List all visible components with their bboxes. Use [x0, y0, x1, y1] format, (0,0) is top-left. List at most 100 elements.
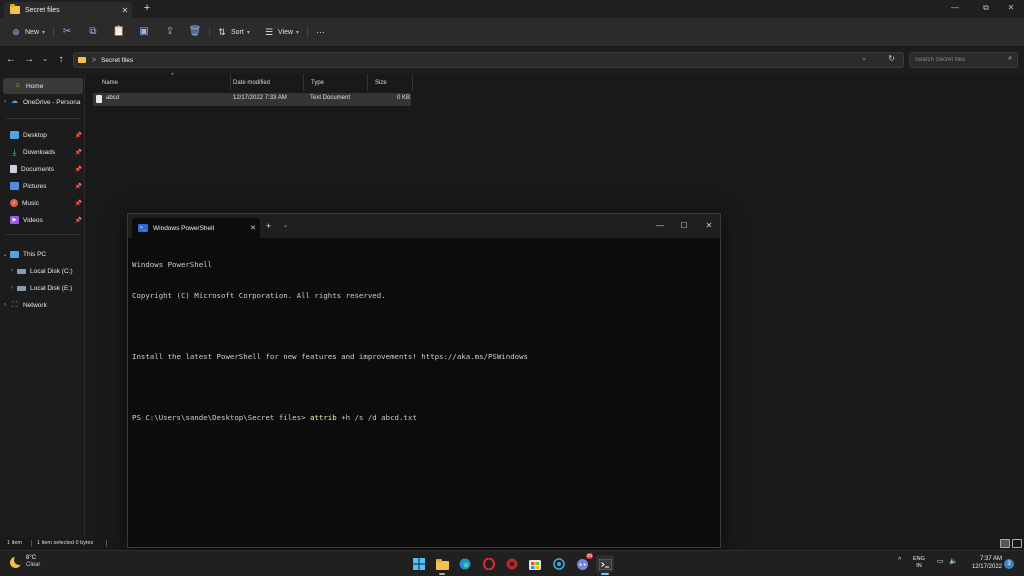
- breadcrumb-current[interactable]: Secret files: [101, 57, 133, 64]
- rename-icon[interactable]: ▣: [137, 25, 151, 39]
- expand-chevron-icon[interactable]: ›: [7, 285, 17, 291]
- display-icon[interactable]: ▭: [937, 557, 944, 565]
- sidebar-item-network[interactable]: › ⛶ Network: [0, 297, 85, 313]
- cut-icon[interactable]: ✂: [60, 25, 74, 39]
- sidebar-item-home[interactable]: ⌂ Home: [3, 78, 83, 94]
- copy-icon[interactable]: ⧉: [86, 25, 100, 39]
- sidebar-item-label: Downloads: [23, 148, 56, 156]
- taskbar-edge[interactable]: [456, 555, 474, 573]
- minimize-button[interactable]: —: [648, 218, 672, 234]
- close-window-button[interactable]: ✕: [697, 218, 721, 234]
- divider: [53, 27, 54, 37]
- paste-icon[interactable]: 📋: [112, 25, 126, 39]
- opera-icon: [483, 558, 495, 570]
- expand-chevron-icon[interactable]: ›: [7, 268, 17, 274]
- expand-chevron-icon[interactable]: ›: [0, 302, 10, 308]
- new-tab-button[interactable]: +: [140, 2, 154, 16]
- sidebar-item-drive-c[interactable]: › Local Disk (C:): [0, 263, 85, 279]
- taskbar-file-explorer[interactable]: [433, 555, 451, 575]
- new-tab-button[interactable]: +: [266, 221, 271, 231]
- sidebar-item-music[interactable]: ♪ Music 📌: [0, 195, 85, 211]
- more-options-button[interactable]: ···: [316, 24, 325, 40]
- sidebar-item-documents[interactable]: Documents 📌: [0, 161, 85, 177]
- pin-icon[interactable]: 📌: [75, 217, 82, 224]
- terminal-output[interactable]: Windows PowerShell Copyright (C) Microso…: [132, 240, 716, 444]
- expand-chevron-icon[interactable]: ›: [0, 99, 10, 105]
- pin-icon[interactable]: 📌: [75, 183, 82, 190]
- tiles-view-icon[interactable]: [1012, 539, 1022, 548]
- sidebar-item-label: Home: [26, 82, 44, 90]
- sidebar-item-label: Videos: [23, 216, 43, 224]
- taskbar-terminal[interactable]: [596, 555, 614, 575]
- address-bar[interactable]: > Secret files ⌄ ↻: [73, 52, 904, 68]
- sidebar-item-this-pc[interactable]: ⌄ This PC: [0, 246, 85, 262]
- volume-icon[interactable]: 🔈: [949, 557, 958, 565]
- selection-info: 1 item selected 0 bytes: [37, 540, 94, 546]
- collapse-chevron-icon[interactable]: ⌄: [0, 251, 10, 258]
- close-window-button[interactable]: ✕: [996, 0, 1024, 16]
- show-hidden-icons-icon[interactable]: ^: [898, 557, 901, 564]
- delete-icon[interactable]: 🗑: [188, 25, 202, 39]
- video-icon: ▶: [10, 216, 19, 224]
- document-icon: [10, 165, 17, 173]
- pin-icon[interactable]: 📌: [75, 200, 82, 207]
- taskbar-store[interactable]: [526, 555, 544, 573]
- running-indicator: [439, 573, 445, 575]
- sort-button[interactable]: ⇅ Sort ▾: [216, 24, 250, 40]
- sidebar-item-drive-e[interactable]: › Local Disk (E:): [0, 280, 85, 296]
- sort-icon: ⇅: [218, 26, 226, 37]
- table-row[interactable]: abcd 12/17/2022 7:33 AM Text Document 0 …: [93, 93, 411, 106]
- refresh-icon[interactable]: ↻: [888, 54, 895, 63]
- new-button[interactable]: ⊕ New ▾: [10, 24, 45, 40]
- divider: [106, 540, 107, 547]
- sidebar-item-downloads[interactable]: ⤓ Downloads 📌: [0, 144, 85, 160]
- column-header-size[interactable]: Size: [369, 74, 413, 91]
- share-icon[interactable]: ⇪: [163, 25, 177, 39]
- c-app-icon: [553, 558, 565, 570]
- column-header-date[interactable]: Date modified: [227, 74, 304, 91]
- maximize-button[interactable]: ☐: [672, 218, 696, 234]
- language-indicator[interactable]: ENG IN: [913, 556, 925, 570]
- start-button[interactable]: [410, 555, 428, 573]
- chevron-down-icon[interactable]: ⌄: [283, 222, 288, 229]
- chevron-down-icon[interactable]: ⌄: [861, 54, 867, 62]
- home-icon: ⌂: [15, 82, 20, 89]
- taskbar-app-c[interactable]: [550, 555, 568, 573]
- column-header-type[interactable]: Type: [305, 74, 368, 91]
- download-icon: ⤓: [12, 147, 17, 157]
- recent-locations-icon[interactable]: ⌄: [38, 53, 52, 67]
- terminal-input-line[interactable]: PS C:\Users\sande\Desktop\Secret files> …: [132, 413, 716, 423]
- details-view-icon[interactable]: [1000, 539, 1010, 548]
- weather-widget[interactable]: 8°C Clear: [10, 554, 40, 569]
- forward-arrow-icon[interactable]: →: [22, 53, 36, 67]
- view-button[interactable]: ☰ View ▾: [263, 24, 299, 40]
- pin-icon[interactable]: 📌: [75, 166, 82, 173]
- notification-badge[interactable]: 3: [1004, 559, 1014, 569]
- plus-circle-icon: ⊕: [12, 26, 20, 37]
- taskbar-app-red[interactable]: [503, 555, 521, 573]
- search-box[interactable]: ⌕: [909, 52, 1018, 68]
- pin-icon[interactable]: 📌: [75, 132, 82, 139]
- minimize-button[interactable]: —: [940, 0, 970, 16]
- search-input[interactable]: [910, 53, 998, 67]
- terminal-tab[interactable]: >_ Windows PowerShell ✕: [132, 218, 260, 238]
- back-arrow-icon[interactable]: ←: [4, 53, 18, 67]
- up-arrow-icon[interactable]: ↑: [54, 53, 68, 67]
- column-header-name[interactable]: Name ^: [96, 73, 231, 91]
- pin-icon[interactable]: 📌: [75, 149, 82, 156]
- column-label: Size: [375, 79, 387, 86]
- close-tab-icon[interactable]: ✕: [118, 6, 132, 15]
- explorer-tab[interactable]: Secret files ✕: [4, 2, 132, 18]
- sidebar-item-onedrive[interactable]: › ☁ OneDrive - Persona: [0, 94, 85, 110]
- view-icon: ☰: [264, 26, 274, 37]
- sidebar-item-videos[interactable]: ▶ Videos 📌: [0, 212, 85, 228]
- language-code: ENG: [913, 556, 925, 562]
- close-tab-icon[interactable]: ✕: [246, 224, 260, 232]
- taskbar-discord[interactable]: 45: [573, 553, 593, 573]
- search-icon[interactable]: ⌕: [1008, 55, 1012, 63]
- clock[interactable]: 7:37 AM 12/17/2022: [962, 556, 1002, 571]
- sidebar-item-desktop[interactable]: Desktop 📌: [0, 127, 85, 143]
- taskbar-opera[interactable]: [480, 555, 498, 573]
- sidebar-item-pictures[interactable]: Pictures 📌: [0, 178, 85, 194]
